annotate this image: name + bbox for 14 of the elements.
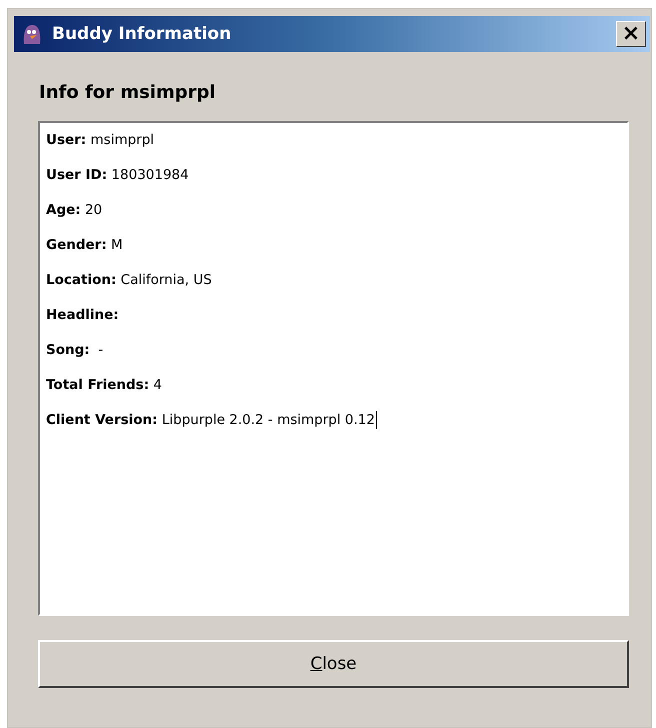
info-line: User ID: 180301984 — [46, 167, 189, 183]
info-line: Gender: M — [46, 237, 123, 253]
window-title: Buddy Information — [52, 24, 232, 44]
info-line: Age: 20 — [46, 202, 102, 218]
info-line: Location: California, US — [46, 272, 212, 288]
close-button[interactable]: × — [616, 21, 646, 47]
info-line: Headline: — [46, 307, 119, 323]
info-text-area[interactable]: User: msimprpl User ID: 180301984 Age: 20 Gender: M Location: California, US Headline: Song: - Total Friends: 4 Client Version: Libpurple 2.0.2 - msimprpl 0.12 — [38, 121, 629, 616]
close-button[interactable]: Close — [38, 640, 629, 688]
info-line: Client Version: Libpurple 2.0.2 - msimprpl 0.12 — [46, 412, 375, 428]
info-line: User: msimprpl — [46, 132, 154, 148]
info-line: Total Friends: 4 — [46, 377, 162, 393]
info-line: Song: - — [46, 342, 104, 358]
info-heading: Info for msimprpl — [39, 82, 217, 103]
